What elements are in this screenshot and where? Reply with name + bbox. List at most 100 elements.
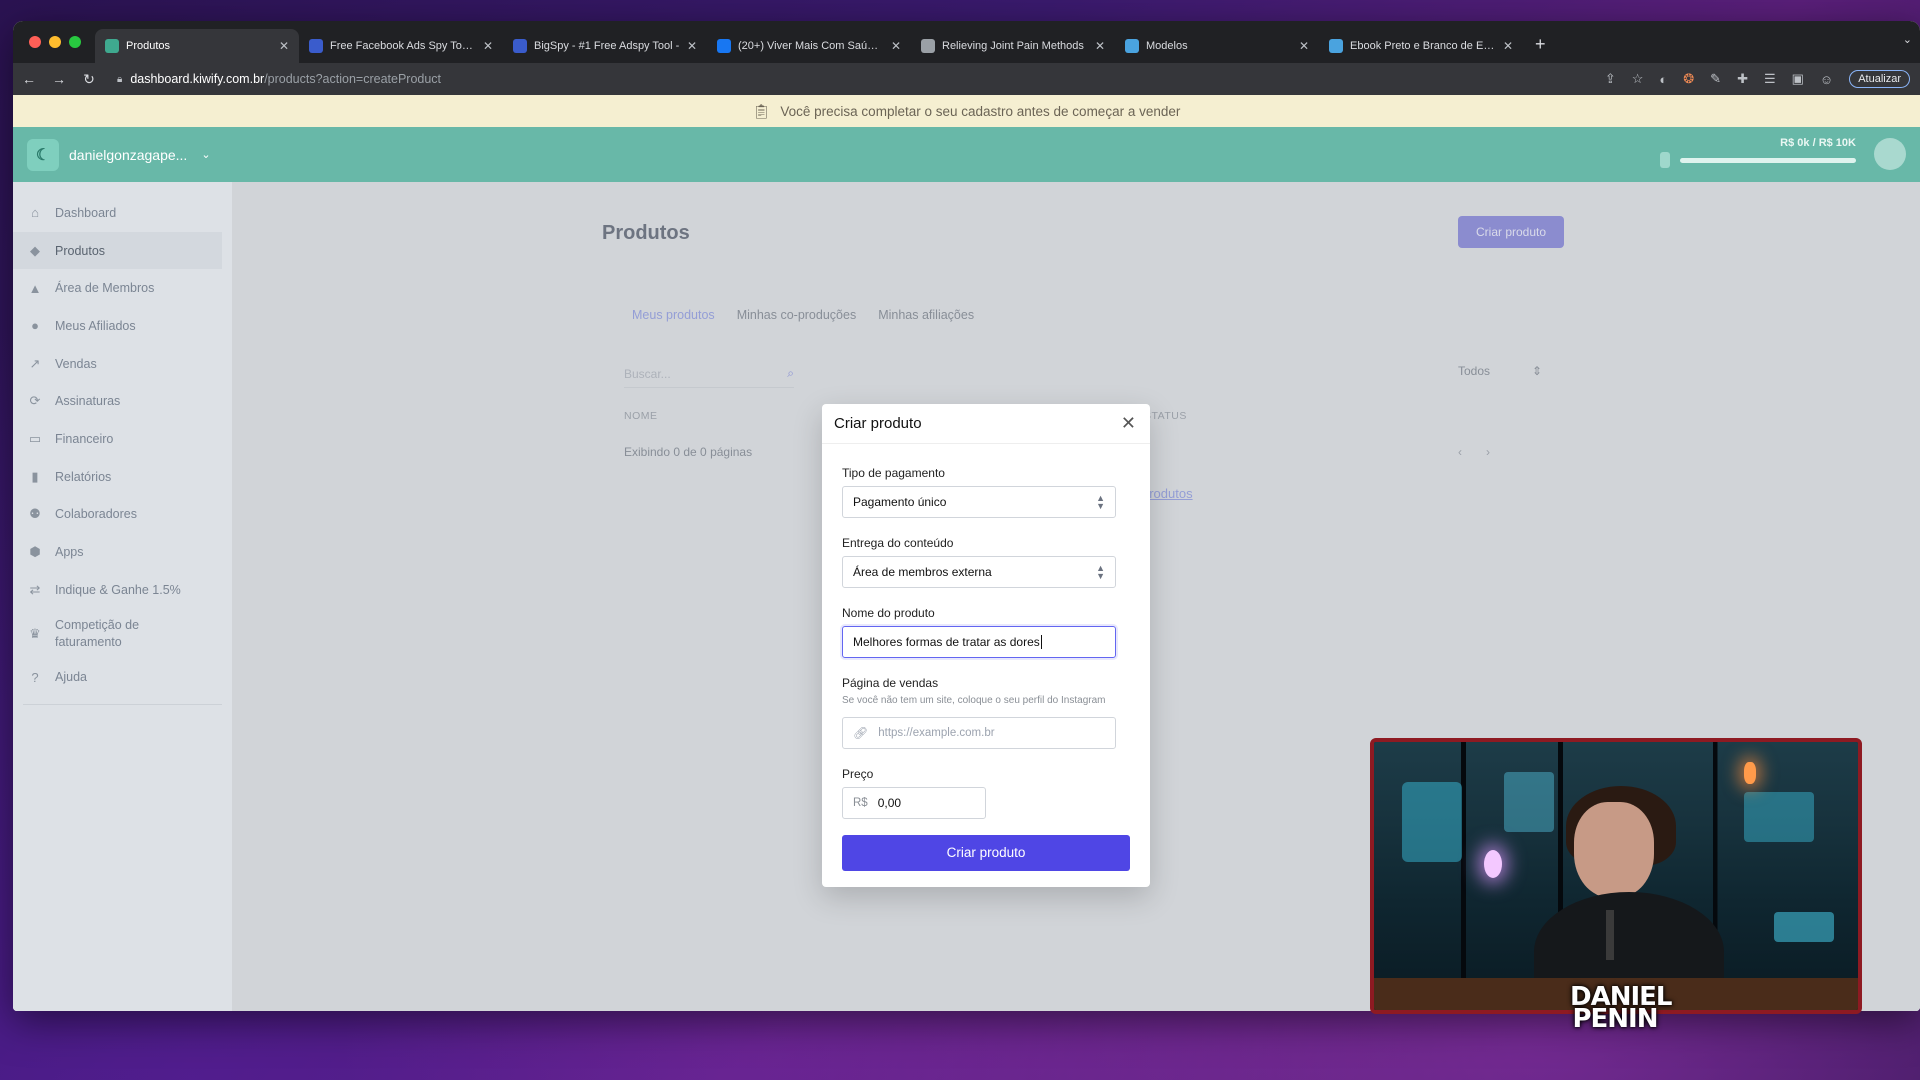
browser-tab[interactable]: Free Facebook Ads Spy Tools - ✕	[299, 29, 503, 63]
product-name-value: Melhores formas de tratar as dores	[853, 635, 1040, 649]
favicon-icon	[105, 39, 119, 53]
webcam-lamp	[1744, 762, 1756, 784]
tab-title: Relieving Joint Pain Methods	[942, 40, 1084, 52]
close-tab-icon[interactable]: ✕	[483, 39, 493, 53]
close-tab-icon[interactable]: ✕	[1299, 39, 1309, 53]
tab-title: Produtos	[126, 40, 171, 52]
side-panel-icon[interactable]: ▣	[1792, 71, 1804, 87]
minimize-window-button[interactable]	[49, 36, 61, 48]
sidebar-item-label: Meus Afiliados	[55, 318, 136, 333]
sidebar-item[interactable]: ▭ Financeiro	[13, 420, 232, 458]
sidebar-item[interactable]: ▮ Relatórios	[13, 458, 232, 496]
back-arrow-icon[interactable]: ←	[15, 71, 43, 87]
forward-arrow-icon[interactable]: →	[45, 71, 73, 87]
pen-icon[interactable]: ✎	[1710, 71, 1721, 87]
webcam-overlay	[1370, 738, 1862, 1014]
sidebar-divider	[23, 704, 222, 706]
sales-page-placeholder: https://example.com.br	[878, 726, 995, 739]
close-tab-icon[interactable]: ✕	[891, 39, 901, 53]
delivery-value: Área de membros externa	[853, 565, 992, 579]
modal-header: Criar produto ✕	[822, 404, 1150, 444]
update-button[interactable]: Atualizar	[1849, 70, 1910, 88]
sidebar-item-label: Competição de faturamento	[55, 617, 140, 649]
presenter-name: DANIEL PENIN	[1570, 984, 1672, 1032]
close-tab-icon[interactable]: ✕	[687, 39, 697, 53]
close-tab-icon[interactable]: ✕	[1503, 39, 1513, 53]
close-tab-icon[interactable]: ✕	[1095, 39, 1105, 53]
bar-chart-icon: ▮	[31, 468, 39, 484]
tab-title: Modelos	[1146, 40, 1188, 52]
favicon-icon	[1125, 39, 1139, 53]
price-input[interactable]: R$ 0,00	[842, 786, 986, 819]
create-product-modal: Criar produto ✕ Tipo de pagamento Pagame…	[822, 404, 1150, 887]
warning-banner: 📋︎ Você precisa completar o seu cadastro…	[13, 95, 1920, 127]
lock-icon: 🔒︎	[117, 73, 123, 85]
browser-tab[interactable]: (20+) Viver Mais Com Saúde - ✕	[707, 29, 911, 63]
sidebar-item[interactable]: ▲ Área de Membros	[13, 269, 232, 307]
sidebar-item[interactable]: ↗ Vendas	[13, 345, 232, 383]
favicon-icon	[921, 39, 935, 53]
reload-icon[interactable]: ↻	[75, 71, 103, 88]
close-icon[interactable]: ✕	[1121, 413, 1136, 434]
product-name-input[interactable]: Melhores formas de tratar as dores	[842, 626, 1116, 658]
delivery-label: Entrega do conteúdo	[842, 536, 954, 550]
price-label: Preço	[842, 766, 874, 781]
submit-create-product-button[interactable]: Criar produto	[842, 834, 1130, 871]
puzzle-icon[interactable]: ✚	[1737, 71, 1748, 87]
sidebar-item[interactable]: ⚉ Colaboradores	[13, 496, 232, 534]
webcam-shelf-light	[1504, 772, 1554, 832]
browser-tab[interactable]: Produtos ✕	[95, 29, 299, 63]
browser-tab[interactable]: BigSpy - #1 Free Adspy Tool - ✕	[503, 29, 707, 63]
sidebar-item[interactable]: ● Meus Afiliados	[13, 307, 232, 345]
browser-tab[interactable]: Ebook Preto e Branco de Estúd ✕	[1319, 29, 1523, 63]
sales-page-help: Se você não tem um site, coloque o seu p…	[842, 695, 1106, 706]
close-window-button[interactable]	[29, 36, 41, 48]
sidebar-item-label: Vendas	[55, 356, 97, 371]
delivery-select[interactable]: Área de membros externa ▲ ▼	[842, 556, 1116, 588]
sidebar-item[interactable]: ? Ajuda	[13, 659, 232, 697]
media-icon[interactable]: ☰	[1764, 71, 1776, 87]
sidebar-item[interactable]: ◆ Produtos	[13, 231, 222, 270]
maximize-window-button[interactable]	[69, 36, 81, 48]
modal-title: Criar produto	[834, 415, 922, 432]
browser-tab[interactable]: Relieving Joint Pain Methods ✕	[911, 29, 1115, 63]
new-tab-button[interactable]: +	[1523, 34, 1558, 63]
profile-icon[interactable]: ☺	[1820, 72, 1833, 87]
tab-strip: Produtos ✕ Free Facebook Ads Spy Tools - ✕ B…	[13, 21, 1920, 63]
favicon-icon	[513, 39, 527, 53]
sidebar-item[interactable]: ⇄ Indique & Ganhe 1.5%	[13, 571, 232, 609]
chevron-down-icon[interactable]: ⌄	[201, 148, 210, 161]
close-tab-icon[interactable]: ✕	[279, 39, 289, 53]
sidebar-item[interactable]: ⌂ Dashboard	[13, 194, 232, 232]
sidebar-item[interactable]: ⟳ Assinaturas	[13, 382, 232, 420]
user-icon: ●	[31, 318, 39, 334]
sidebar-item-label: Produtos	[55, 243, 106, 258]
sidebar-item[interactable]: ⬢ Apps	[13, 533, 232, 571]
avatar[interactable]	[1874, 138, 1906, 170]
card-icon: ▭	[28, 430, 42, 446]
sidebar-item-label: Apps	[55, 545, 84, 560]
extension-icon[interactable]: ◐	[1659, 72, 1667, 87]
url-path: /products?action=createProduct	[264, 72, 442, 86]
payment-type-select[interactable]: Pagamento único ▲ ▼	[842, 486, 1116, 518]
share-icon[interactable]: ⇪	[1605, 71, 1616, 87]
sales-page-input[interactable]: 🔗︎ https://example.com.br	[842, 716, 1116, 749]
favicon-icon	[309, 39, 323, 53]
address-bar[interactable]: 🔒︎ dashboard.kiwify.com.br/products?acti…	[111, 72, 441, 86]
browser-tab[interactable]: Modelos ✕	[1115, 29, 1319, 63]
webcam-shelf-light	[1774, 912, 1834, 942]
chevron-updown-icon: ▲ ▼	[1096, 562, 1105, 581]
clipboard-icon: 📋︎	[752, 102, 771, 119]
bookmark-star-icon[interactable]: ☆	[1632, 71, 1644, 87]
account-name[interactable]: danielgonzagape...	[69, 147, 187, 163]
tab-search-icon[interactable]: ⌄	[1903, 33, 1912, 46]
webcam-microphone	[1606, 910, 1614, 960]
tag-icon: ◆	[30, 242, 40, 258]
sidebar-item[interactable]: ♛ Competição de faturamento	[13, 609, 232, 659]
webcam-person-head	[1574, 802, 1654, 898]
sales-page-label: Página de vendas	[842, 676, 939, 690]
extension-icon[interactable]: ❂	[1683, 71, 1694, 87]
graduation-cap-icon: ▲	[28, 280, 42, 296]
favicon-icon	[717, 39, 731, 53]
toolbar-actions: ⇪ ☆ ◐ ❂ ✎ ✚ ☰ ▣ ☺ Atualizar	[1605, 63, 1910, 95]
